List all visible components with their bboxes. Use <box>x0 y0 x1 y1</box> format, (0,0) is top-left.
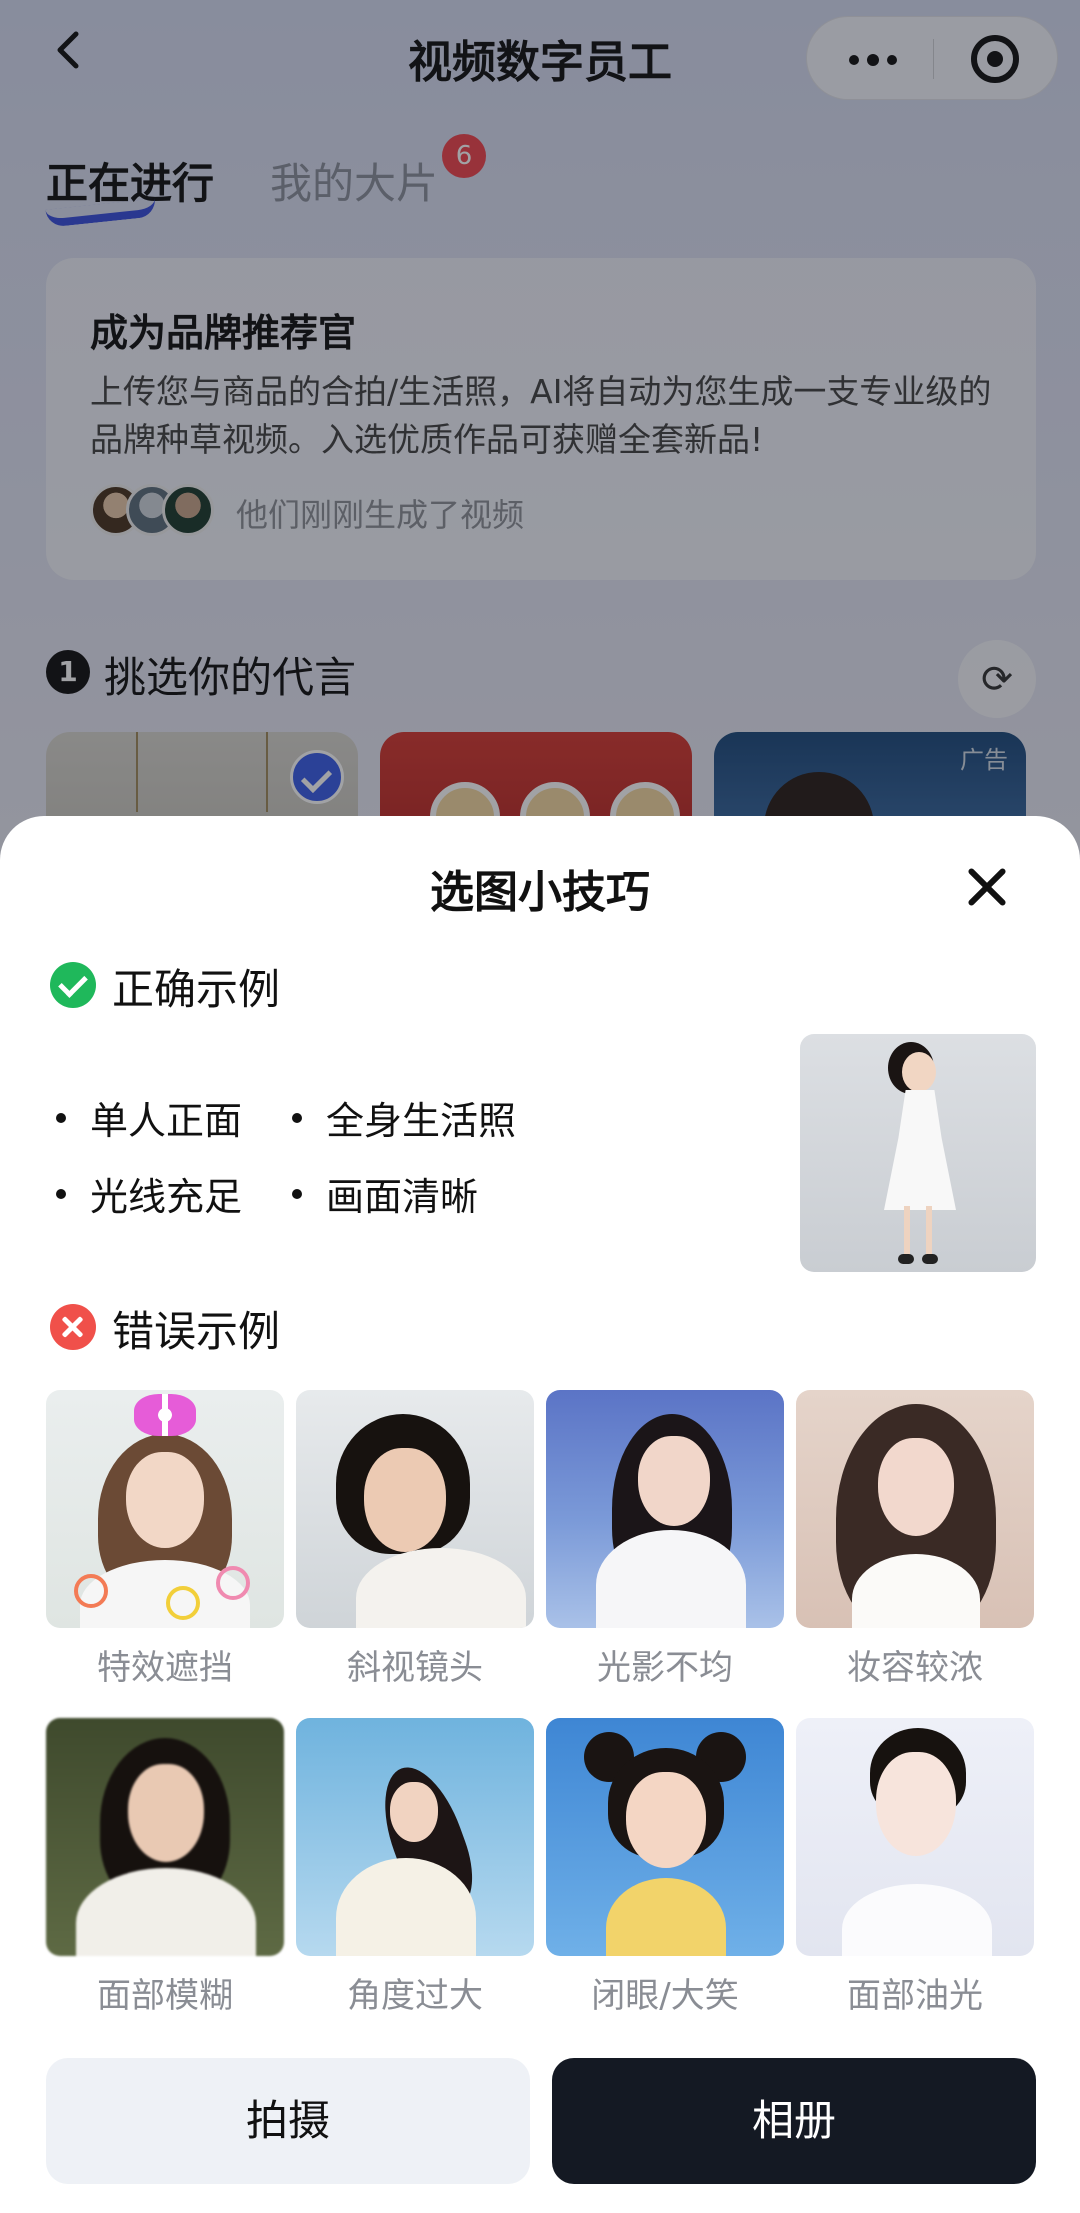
check-circle-icon <box>50 962 96 1008</box>
flower-doodle-icon <box>216 1566 250 1600</box>
person-legs <box>904 1206 910 1256</box>
face <box>878 1438 954 1536</box>
example-caption: 面部油光 <box>847 1976 983 2016</box>
example-caption: 特效遮挡 <box>97 1648 233 1688</box>
example-caption: 光影不均 <box>597 1648 733 1688</box>
wrong-example-card: 闭眼/大笑 <box>546 1718 784 2017</box>
person-head <box>902 1052 936 1092</box>
error-circle-icon <box>50 1304 96 1350</box>
face <box>364 1448 446 1552</box>
face <box>638 1436 710 1526</box>
bow-sticker-icon <box>134 1394 196 1436</box>
example-photo <box>296 1390 534 1628</box>
person-shoes <box>898 1254 914 1264</box>
face <box>128 1764 204 1862</box>
example-photo <box>796 1390 1034 1628</box>
tip-item: 单人正面 <box>56 1090 242 1145</box>
wrong-example-card: 特效遮挡 <box>46 1390 284 1689</box>
tip-item: 画面清晰 <box>292 1166 478 1221</box>
body <box>842 1884 992 1956</box>
body <box>356 1548 526 1628</box>
face <box>390 1782 438 1842</box>
correct-label: 正确示例 <box>112 965 281 1014</box>
example-caption: 斜视镜头 <box>347 1648 483 1688</box>
flower-doodle-icon <box>74 1574 108 1608</box>
person-dress <box>884 1090 956 1210</box>
example-photo <box>46 1390 284 1628</box>
example-photo <box>546 1718 784 1956</box>
face <box>126 1452 204 1548</box>
face <box>626 1772 706 1868</box>
album-button[interactable]: 相册 <box>552 2058 1036 2184</box>
example-photo <box>46 1718 284 1956</box>
flower-doodle-icon <box>166 1586 200 1620</box>
shoot-button[interactable]: 拍摄 <box>46 2058 530 2184</box>
body <box>606 1878 726 1956</box>
body <box>76 1868 256 1956</box>
example-caption: 角度过大 <box>347 1976 483 2016</box>
wrong-example-card: 妆容较浓 <box>796 1390 1034 1689</box>
wrong-example-card: 面部油光 <box>796 1718 1034 2017</box>
wrong-example-card: 斜视镜头 <box>296 1390 534 1689</box>
action-buttons: 拍摄 相册 <box>46 2058 1036 2184</box>
close-icon[interactable] <box>962 862 1012 912</box>
wrong-label: 错误示例 <box>112 1307 281 1356</box>
example-caption: 妆容较浓 <box>847 1648 983 1688</box>
example-photo <box>296 1718 534 1956</box>
example-caption: 面部模糊 <box>97 1976 233 2016</box>
correct-example-photo <box>800 1034 1036 1272</box>
wrong-example-card: 光影不均 <box>546 1390 784 1689</box>
example-caption: 闭眼/大笑 <box>591 1976 739 2016</box>
example-photo <box>546 1390 784 1628</box>
tip-item: 光线充足 <box>56 1166 242 1221</box>
sheet-title: 选图小技巧 <box>430 867 650 918</box>
face <box>876 1752 956 1856</box>
example-photo <box>796 1718 1034 1956</box>
tip-item: 全身生活照 <box>292 1090 516 1145</box>
wrong-example-card: 面部模糊 <box>46 1718 284 2017</box>
wrong-example-card: 角度过大 <box>296 1718 534 2017</box>
